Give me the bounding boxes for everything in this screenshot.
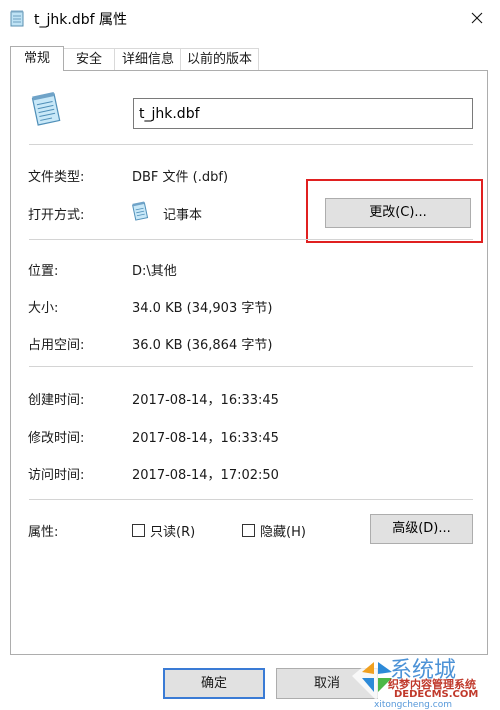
file-name-input[interactable] — [133, 98, 473, 129]
tab-security[interactable]: 安全 — [62, 48, 116, 70]
hidden-label: 隐藏(H) — [260, 525, 306, 540]
file-type-value: DBF 文件 (.dbf) — [132, 170, 229, 185]
separator — [29, 144, 473, 145]
file-type-label: 文件类型: — [28, 170, 85, 185]
separator — [29, 499, 473, 500]
notepad-app-icon — [132, 201, 149, 221]
size-on-disk-label: 占用空间: — [28, 338, 85, 353]
watermark: 系统城 织梦内容管理系统 DEDECMS.COM xitongcheng.com — [346, 652, 500, 710]
watermark-line3: xitongcheng.com — [374, 700, 452, 710]
accessed-label: 访问时间: — [28, 468, 85, 483]
accessed-value: 2017-08-14，17:02:50 — [132, 468, 279, 483]
modified-label: 修改时间: — [28, 431, 85, 446]
hidden-checkbox[interactable] — [242, 524, 255, 537]
advanced-button[interactable]: 高级(D)... — [370, 514, 473, 544]
tab-details[interactable]: 详细信息 — [114, 48, 182, 70]
general-tab-pane: 文件类型: DBF 文件 (.dbf) 打开方式: 记事本 更改(C)... 位… — [10, 70, 488, 655]
properties-dialog: t_jhk.dbf 属性 常规 安全 详细信息 以前的版本 t_jhk.dbf … — [0, 0, 500, 710]
notepad-file-icon — [10, 10, 24, 27]
created-value: 2017-08-14，16:33:45 — [132, 393, 279, 408]
opens-with-value: 记事本 — [163, 208, 203, 223]
watermark-line2: DEDECMS.COM — [394, 689, 479, 700]
location-label: 位置: — [28, 264, 59, 279]
tab-general[interactable]: 常规 — [10, 46, 64, 71]
close-icon — [471, 12, 483, 24]
attributes-label: 属性: — [28, 525, 59, 540]
window-title: t_jhk.dbf 属性 — [34, 12, 127, 28]
tab-previous-versions[interactable]: 以前的版本 — [180, 48, 259, 70]
red-highlight-box — [306, 179, 483, 243]
notepad-large-icon — [31, 92, 61, 126]
modified-value: 2017-08-14，16:33:45 — [132, 431, 279, 446]
size-value: 34.0 KB (34,903 字节) — [132, 301, 273, 316]
readonly-checkbox[interactable] — [132, 524, 145, 537]
close-button[interactable] — [454, 0, 500, 36]
created-label: 创建时间: — [28, 393, 85, 408]
opens-with-label: 打开方式: — [28, 208, 85, 223]
title-bar: t_jhk.dbf 属性 — [0, 0, 500, 36]
separator — [29, 366, 473, 367]
ok-button[interactable]: 确定 — [163, 668, 265, 699]
readonly-label: 只读(R) — [150, 525, 196, 540]
separator — [29, 239, 473, 240]
size-label: 大小: — [28, 301, 59, 316]
size-on-disk-value: 36.0 KB (36,864 字节) — [132, 338, 273, 353]
location-value: D:\其他 — [132, 264, 177, 279]
